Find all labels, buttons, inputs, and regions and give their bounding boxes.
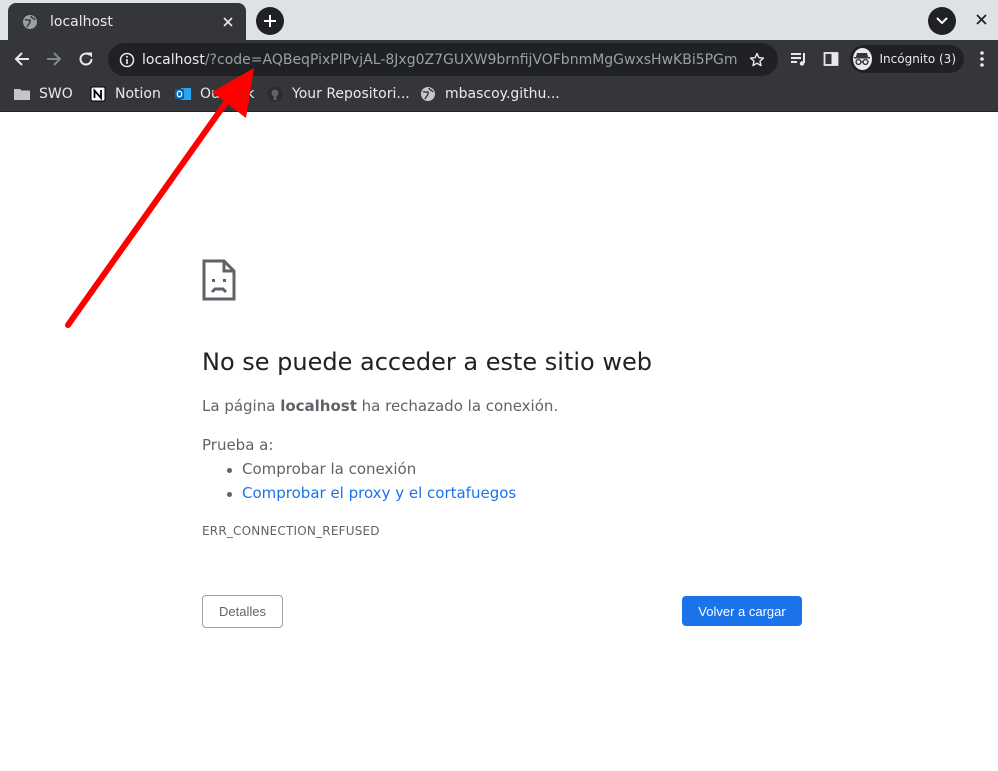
toolbar: localhost/?code=AQBeqPixPlPvjAL-8Jxg0Z7G… (0, 40, 998, 78)
error-desc-host: localhost (280, 397, 357, 415)
tab-strip: localhost (0, 0, 998, 40)
bookmarks-bar: SWO Notion Outlook Your Repositori... mb… (0, 78, 998, 112)
reload-page-button[interactable]: Volver a cargar (682, 596, 802, 626)
forward-button[interactable] (40, 45, 68, 73)
window-close-button[interactable] (970, 8, 992, 30)
bookmark-mbascoy-github[interactable]: mbascoy.githu... (420, 83, 560, 105)
tab-localhost[interactable]: localhost (8, 3, 246, 40)
globe-icon (22, 14, 38, 30)
error-description: La página localhost ha rechazado la cone… (202, 397, 558, 415)
error-desc-prefix: La página (202, 397, 281, 415)
plus-icon (264, 15, 276, 27)
url-rest: /?code=AQBeqPixPlPvjAL-8Jxg0Z7GUXW9brnfi… (204, 51, 738, 68)
globe-icon (420, 86, 436, 102)
reload-button[interactable] (72, 45, 100, 73)
address-bar[interactable]: localhost/?code=AQBeqPixPlPvjAL-8Jxg0Z7G… (108, 43, 778, 76)
back-button[interactable] (8, 45, 36, 73)
try-label: Prueba a: (202, 436, 274, 454)
new-tab-button[interactable] (256, 7, 284, 35)
tab-title: localhost (50, 13, 113, 30)
bookmark-swo[interactable]: SWO (14, 83, 73, 105)
details-button[interactable]: Detalles (202, 595, 283, 628)
close-icon (975, 13, 987, 25)
reading-list-icon (791, 53, 805, 66)
chevron-down-icon (936, 17, 948, 25)
profile-label: Incógnito (3) (879, 52, 957, 66)
outlook-icon (175, 86, 191, 102)
side-panel-button[interactable] (817, 45, 845, 73)
suggestion-check-proxy-link[interactable]: Comprobar el proxy y el cortafuegos (226, 484, 516, 502)
bookmark-notion[interactable]: Notion (90, 83, 161, 105)
error-page: No se puede acceder a este sitio web La … (0, 113, 998, 771)
folder-icon (14, 86, 30, 102)
arrow-left-icon (14, 52, 29, 66)
error-code: ERR_CONNECTION_REFUSED (202, 524, 380, 538)
reload-icon (79, 52, 93, 66)
bookmark-outlook[interactable]: Outlook (175, 83, 255, 105)
tab-search-button[interactable] (928, 7, 956, 35)
info-icon[interactable] (118, 51, 136, 69)
error-desc-suffix: ha rechazado la conexión. (356, 397, 559, 415)
url-host: localhost (142, 51, 205, 68)
error-title: No se puede acceder a este sitio web (202, 348, 652, 376)
bookmark-github-repositories[interactable]: Your Repositori... (267, 83, 410, 105)
suggestion-check-connection: Comprobar la conexión (226, 460, 417, 478)
url-text[interactable]: localhost/?code=AQBeqPixPlPvjAL-8Jxg0Z7G… (142, 52, 738, 68)
github-icon (267, 86, 283, 102)
incognito-profile-button[interactable]: Incógnito (3) (850, 45, 964, 73)
bookmark-star-icon[interactable] (746, 49, 768, 71)
notion-icon (90, 86, 106, 102)
sad-page-icon (202, 259, 236, 301)
reading-list-button[interactable] (785, 45, 813, 73)
more-vert-icon (980, 51, 984, 67)
close-tab-icon[interactable] (220, 14, 236, 30)
incognito-icon (853, 48, 872, 70)
menu-button[interactable] (968, 45, 996, 73)
side-panel-icon (823, 52, 839, 66)
arrow-right-icon (47, 52, 62, 66)
